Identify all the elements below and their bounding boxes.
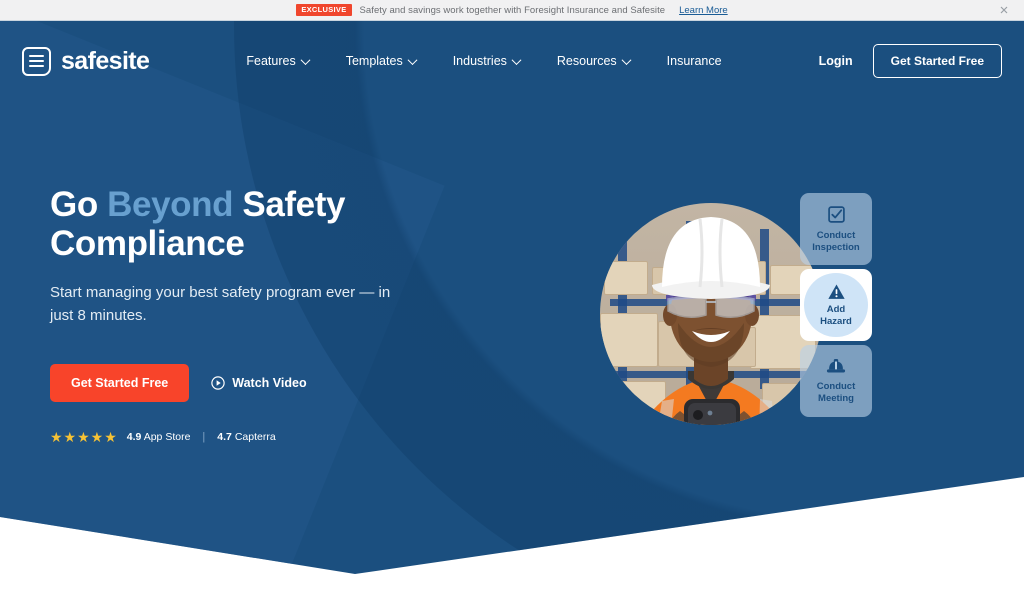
nav-label: Features [246, 54, 296, 68]
promo-badge: EXCLUSIVE [296, 4, 352, 16]
chevron-down-icon [300, 54, 311, 65]
rating-capterra-score: 4.7 [217, 430, 232, 443]
login-link[interactable]: Login [819, 54, 853, 68]
page-title: Go Beyond Safety Compliance [50, 185, 470, 263]
chevron-down-icon [407, 54, 418, 65]
rating-appstore: 4.9 App Store [127, 431, 191, 443]
get-started-free-button-header[interactable]: Get Started Free [872, 44, 1002, 78]
nav-item-resources[interactable]: Resources [556, 54, 632, 68]
action-card-conduct-inspection[interactable]: Conduct Inspection [800, 193, 872, 265]
nav-label: Insurance [666, 54, 722, 68]
play-circle-icon [211, 376, 225, 390]
action-card-label: Add Hazard [820, 304, 852, 327]
action-card-label: Conduct Inspection [812, 230, 860, 253]
nav-label: Templates [345, 54, 403, 68]
hero-image [600, 161, 822, 431]
action-card-add-hazard[interactable]: Add Hazard [800, 269, 872, 341]
chevron-down-icon [511, 54, 522, 65]
action-card-label: Conduct Meeting [817, 381, 856, 404]
hero-cta-row: Get Started Free Watch Video [50, 363, 470, 402]
promo-text: Safety and savings work together with Fo… [359, 4, 666, 16]
action-card-line2: Meeting [818, 393, 854, 404]
action-card-line1: Add [826, 303, 846, 315]
brand-logo[interactable]: safesite [22, 46, 150, 76]
hero-image-circle [600, 203, 822, 425]
nav-item-industries[interactable]: Industries [452, 54, 522, 68]
action-card-conduct-meeting[interactable]: Conduct Meeting [800, 345, 872, 417]
watch-video-label: Watch Video [232, 375, 307, 390]
headline-part-3: Compliance [50, 224, 245, 264]
headline-accent: Beyond [107, 185, 234, 224]
nav-item-features[interactable]: Features [246, 54, 311, 68]
rating-separator: | [202, 430, 206, 443]
promo-banner: EXCLUSIVE Safety and savings work togeth… [0, 0, 1024, 21]
hard-hat-icon [826, 357, 846, 375]
nav-item-templates[interactable]: Templates [345, 54, 418, 68]
star-rating-icon: ★★★★★ [50, 428, 118, 445]
action-card-line2: Hazard [820, 315, 852, 327]
watch-video-button[interactable]: Watch Video [211, 375, 307, 390]
action-card-line1: Conduct [816, 229, 856, 241]
site-header: safesite Features Templates Industries R… [0, 21, 1024, 101]
checkbox-icon [827, 205, 846, 224]
promo-banner-content: EXCLUSIVE Safety and savings work togeth… [296, 4, 728, 16]
main-navigation: Features Templates Industries Resources … [246, 54, 721, 68]
rating-appstore-label: App Store [143, 430, 191, 443]
warning-triangle-icon [827, 283, 846, 301]
action-card-line2: Inspection [812, 241, 860, 253]
nav-label: Industries [452, 54, 507, 68]
nav-label: Resources [556, 54, 617, 68]
hero-copy: Go Beyond Safety Compliance Start managi… [50, 185, 470, 444]
promo-learn-more-link[interactable]: Learn More [679, 5, 728, 16]
rating-capterra-label: Capterra [234, 430, 276, 443]
hero-section: safesite Features Templates Industries R… [0, 21, 1024, 602]
header-actions: Login Get Started Free [819, 44, 1002, 78]
worker-illustration [650, 217, 774, 425]
nav-item-insurance[interactable]: Insurance [667, 54, 722, 68]
headline-part-2: Safety [233, 185, 346, 224]
chevron-down-icon [621, 54, 632, 65]
brand-name: safesite [61, 46, 150, 75]
close-icon[interactable] [998, 4, 1010, 16]
hero-subheadline: Start managing your best safety program … [50, 284, 391, 325]
safesite-logo-icon [22, 46, 51, 76]
action-card-line1: Conduct [816, 381, 856, 393]
headline-part-1: Go [50, 185, 108, 224]
ratings-row: ★★★★★ 4.9 App Store | 4.7 Capterra [50, 430, 470, 444]
rating-appstore-score: 4.9 [126, 430, 142, 443]
action-card-bubble: Add Hazard [804, 273, 868, 337]
rating-capterra: 4.7 Capterra [217, 431, 275, 443]
get-started-free-button-hero[interactable]: Get Started Free [50, 363, 190, 402]
